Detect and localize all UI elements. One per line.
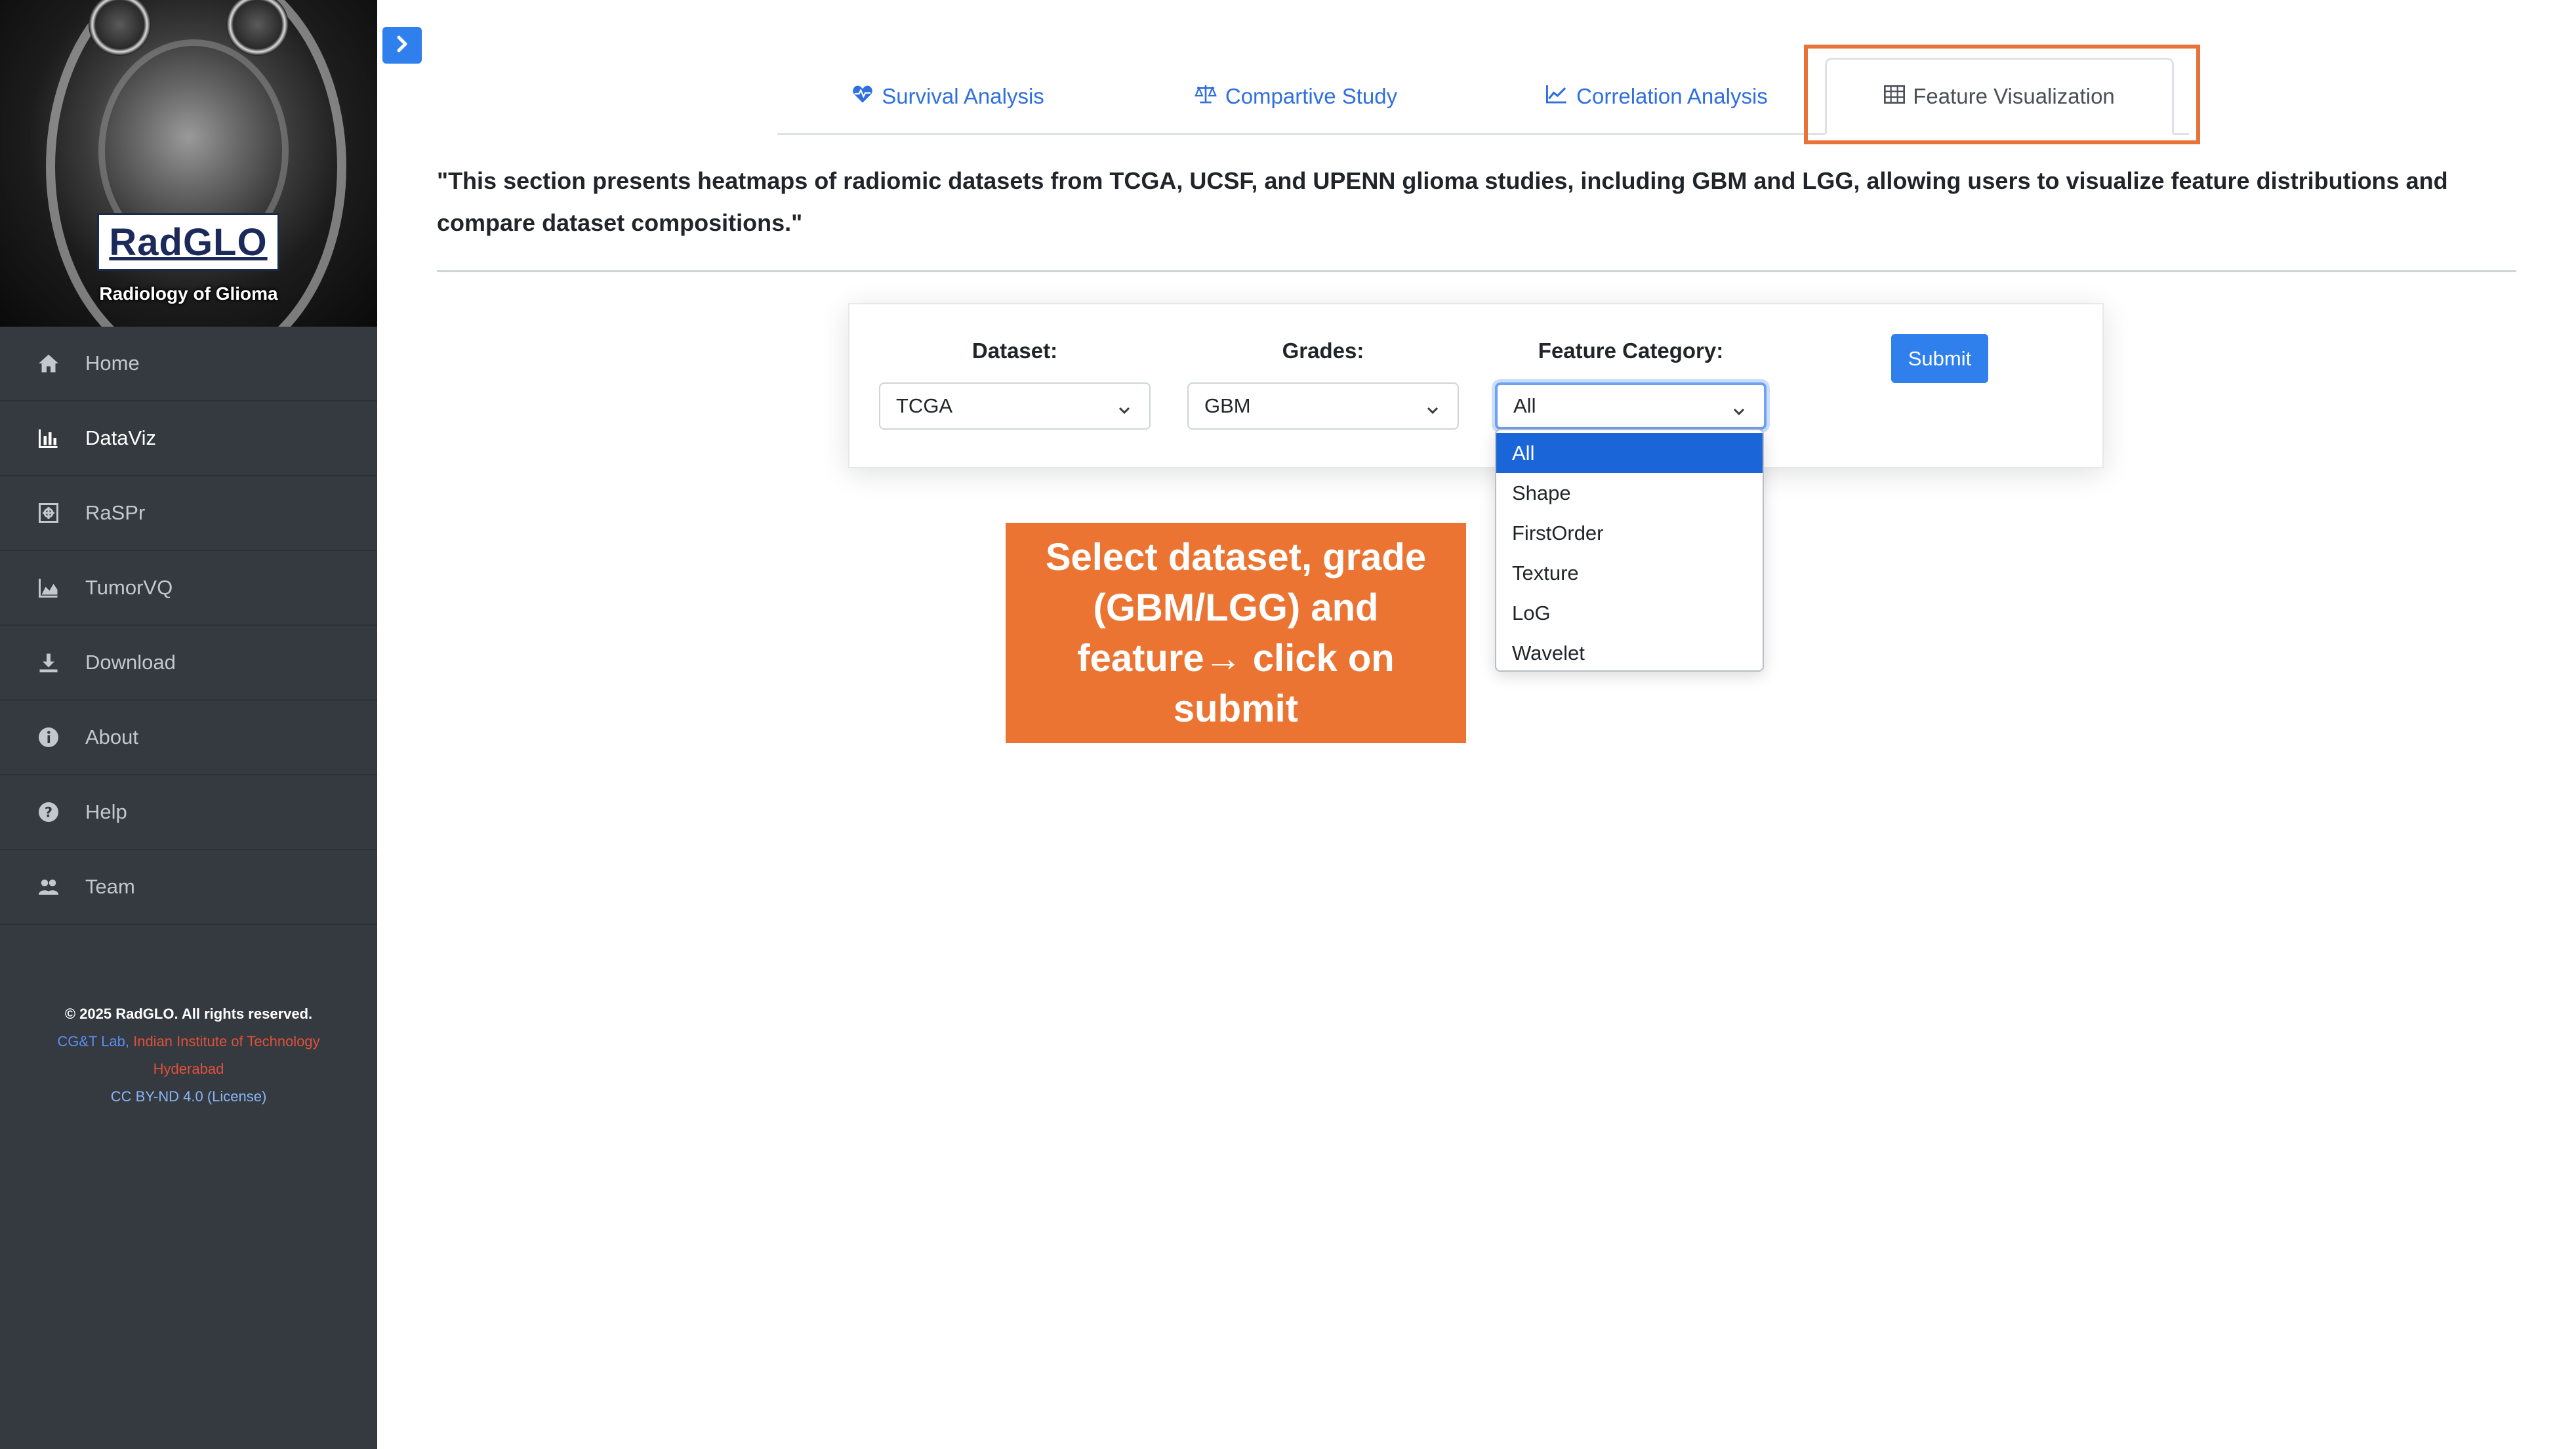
filter-card: Dataset: TCGA Grades: GBM Feature Catego…	[848, 303, 2104, 468]
sidebar: RadGLO Radiology of Glioma Home DataViz …	[0, 0, 377, 1449]
chevron-right-icon	[392, 34, 412, 57]
sidebar-item-label: DataViz	[85, 426, 156, 449]
dropdown-option-all[interactable]: All	[1496, 433, 1763, 473]
chevron-down-icon	[1731, 401, 1747, 424]
sidebar-item-about[interactable]: About	[0, 701, 377, 775]
brand-banner[interactable]: RadGLO Radiology of Glioma	[0, 0, 377, 327]
logo-box: RadGLO	[97, 213, 279, 271]
grades-select[interactable]: GBM	[1187, 382, 1459, 430]
users-icon	[37, 875, 60, 899]
sidebar-footer: © 2025 RadGLO. All rights reserved. CG&T…	[0, 1000, 377, 1111]
sidebar-item-tumorvq[interactable]: TumorVQ	[0, 551, 377, 626]
callout-line: Select dataset, grade	[1045, 536, 1427, 579]
home-icon	[37, 352, 60, 375]
sidebar-item-raspr[interactable]: RaSPr	[0, 476, 377, 551]
grades-select-value: GBM	[1204, 394, 1251, 417]
tab-label: Survival Analysis	[882, 84, 1044, 108]
sidebar-item-home[interactable]: Home	[0, 327, 377, 401]
area-chart-icon	[37, 576, 60, 600]
balance-scale-icon	[1194, 83, 1225, 110]
grades-label: Grades:	[1282, 338, 1364, 363]
sidebar-toggle-button[interactable]	[382, 27, 422, 64]
dataset-select[interactable]: TCGA	[879, 382, 1151, 430]
submit-button[interactable]: Submit	[1891, 334, 1988, 383]
sidebar-item-label: Download	[85, 651, 176, 674]
copyright-text: © 2025 RadGLO. All rights reserved.	[64, 1006, 313, 1022]
dataset-select-value: TCGA	[896, 394, 953, 417]
chevron-down-icon	[1425, 399, 1441, 423]
sidebar-item-label: Team	[85, 875, 135, 898]
svg-text:?: ?	[45, 805, 52, 821]
sidebar-item-dataviz[interactable]: DataViz	[0, 401, 377, 476]
heartbeat-icon	[851, 84, 882, 109]
callout-line: feature→ click on	[1077, 637, 1395, 680]
tab-label: Correlation Analysis	[1576, 84, 1768, 108]
tab-label: Compartive Study	[1225, 84, 1398, 108]
sidebar-item-label: RaSPr	[85, 501, 146, 524]
sidebar-item-download[interactable]: Download	[0, 626, 377, 701]
feature-category-select[interactable]: All	[1495, 382, 1767, 430]
info-icon	[37, 725, 60, 749]
tab-compartive-study[interactable]: Compartive Study	[1164, 58, 1427, 135]
chevron-down-icon	[1116, 399, 1132, 423]
bar-chart-icon	[37, 426, 60, 450]
institute-city[interactable]: Hyderabad	[0, 1055, 377, 1083]
instruction-callout: Select dataset, grade (GBM/LGG) and feat…	[1006, 523, 1466, 743]
dropdown-option-shape[interactable]: Shape	[1496, 473, 1763, 513]
institute-link[interactable]: Indian Institute of Technology	[133, 1033, 320, 1050]
dropdown-option-wavelet[interactable]: Wavelet	[1496, 633, 1763, 670]
section-description: "This section presents heatmaps of radio…	[437, 167, 2448, 236]
dropdown-option-log[interactable]: LoG	[1496, 593, 1763, 633]
logo-text: RadGLO	[109, 220, 268, 264]
dropdown-option-firstorder[interactable]: FirstOrder	[1496, 513, 1763, 553]
sidebar-item-help[interactable]: ? Help	[0, 775, 377, 850]
feature-category-label: Feature Category:	[1538, 338, 1724, 363]
license-link[interactable]: CC BY-ND 4.0 (License)	[0, 1083, 377, 1111]
sidebar-item-label: TumorVQ	[85, 576, 173, 599]
download-icon	[37, 651, 60, 674]
tab-highlight-box	[1804, 45, 2200, 144]
sidebar-item-team[interactable]: Team	[0, 850, 377, 925]
help-icon: ?	[37, 800, 60, 824]
tab-correlation-analysis[interactable]: Correlation Analysis	[1519, 58, 1794, 135]
sidebar-item-label: Home	[85, 352, 140, 375]
feature-category-dropdown: All Shape FirstOrder Texture LoG Wavelet	[1495, 429, 1764, 672]
callout-line: (GBM/LGG) and	[1093, 586, 1379, 629]
line-chart-icon	[1545, 83, 1576, 110]
callout-line: submit	[1173, 687, 1299, 730]
divider	[437, 270, 2516, 272]
lab-link[interactable]: CG&T Lab,	[57, 1033, 129, 1050]
sidebar-nav: Home DataViz RaSPr TumorVQ Download Abou…	[0, 327, 377, 925]
scan-icon	[37, 501, 60, 525]
feature-category-select-value: All	[1513, 394, 1536, 417]
sidebar-item-label: About	[85, 725, 139, 748]
logo-subtitle: Radiology of Glioma	[99, 283, 278, 304]
tab-survival-analysis[interactable]: Survival Analysis	[817, 58, 1079, 135]
dataset-label: Dataset:	[971, 338, 1058, 363]
dropdown-option-texture[interactable]: Texture	[1496, 553, 1763, 593]
sidebar-item-label: Help	[85, 800, 127, 823]
